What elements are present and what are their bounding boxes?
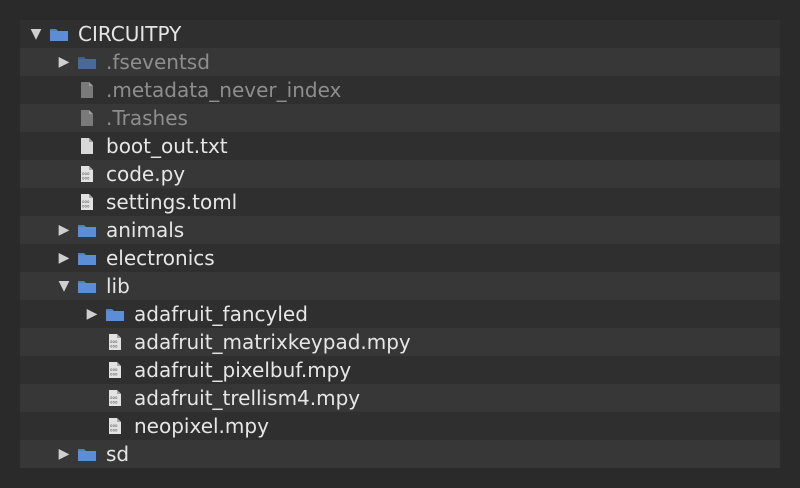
disclosure-collapsed-icon[interactable]: ▶: [54, 440, 74, 468]
tree-item-label: .metadata_never_index: [106, 78, 342, 102]
svg-text:ooo: ooo: [110, 372, 118, 377]
tree-item-label: adafruit_pixelbuf.mpy: [134, 358, 352, 382]
tree-item-label: adafruit_matrixkeypad.mpy: [134, 330, 411, 354]
folder-icon: [76, 216, 98, 244]
tree-row-electronics[interactable]: ▶ electronics: [20, 244, 780, 272]
file-icon: [76, 132, 98, 160]
tree-row-code-py[interactable]: ooo ooo code.py: [20, 160, 780, 188]
file-tree: ▼ CIRCUITPY ▶ .fseventsd .metadata_never_ind…: [20, 20, 780, 468]
tree-item-label: .Trashes: [106, 106, 188, 130]
tree-row-lib[interactable]: ▼ lib: [20, 272, 780, 300]
tree-item-label: boot_out.txt: [106, 134, 228, 158]
tree-item-label: CIRCUITPY: [78, 22, 182, 46]
disclosure-collapsed-icon[interactable]: ▶: [54, 244, 74, 272]
tree-item-label: .fseventsd: [106, 50, 210, 74]
tree-row-adafruit-fancyled[interactable]: ▶ adafruit_fancyled: [20, 300, 780, 328]
folder-icon: [76, 244, 98, 272]
file-tree-panel: ▼ CIRCUITPY ▶ .fseventsd .metadata_never_ind…: [20, 20, 780, 468]
folder-icon: [48, 20, 70, 48]
tree-item-label: lib: [106, 274, 130, 298]
disclosure-expanded-icon[interactable]: ▼: [54, 272, 74, 300]
file-icon: [76, 104, 98, 132]
tree-row-adafruit-pixelbuf-mpy[interactable]: ooo ooo adafruit_pixelbuf.mpy: [20, 356, 780, 384]
tree-row-boot-out-txt[interactable]: boot_out.txt: [20, 132, 780, 160]
code-file-icon: ooo ooo: [104, 384, 126, 412]
tree-item-label: electronics: [106, 246, 215, 270]
svg-text:ooo: ooo: [110, 344, 118, 349]
svg-text:ooo: ooo: [110, 428, 118, 433]
code-file-icon: ooo ooo: [104, 412, 126, 440]
tree-row-sd[interactable]: ▶ sd: [20, 440, 780, 468]
tree-row-circuitpy[interactable]: ▼ CIRCUITPY: [20, 20, 780, 48]
folder-icon: [104, 300, 126, 328]
tree-row-trashes[interactable]: .Trashes: [20, 104, 780, 132]
code-file-icon: ooo ooo: [104, 356, 126, 384]
folder-icon: [76, 440, 98, 468]
tree-row-settings-toml[interactable]: ooo ooo settings.toml: [20, 188, 780, 216]
tree-row-animals[interactable]: ▶ animals: [20, 216, 780, 244]
disclosure-collapsed-icon[interactable]: ▶: [82, 300, 102, 328]
disclosure-collapsed-icon[interactable]: ▶: [54, 216, 74, 244]
folder-icon: [76, 48, 98, 76]
tree-row-metadata-never-index[interactable]: .metadata_never_index: [20, 76, 780, 104]
tree-item-label: code.py: [106, 162, 186, 186]
code-file-icon: ooo ooo: [76, 160, 98, 188]
disclosure-expanded-icon[interactable]: ▼: [26, 20, 46, 48]
tree-item-label: sd: [106, 442, 130, 466]
code-file-icon: ooo ooo: [76, 188, 98, 216]
tree-row-adafruit-matrixkeypad-mpy[interactable]: ooo ooo adafruit_matrixkeypad.mpy: [20, 328, 780, 356]
tree-row-neopixel-mpy[interactable]: ooo ooo neopixel.mpy: [20, 412, 780, 440]
file-icon: [76, 76, 98, 104]
svg-text:ooo: ooo: [82, 204, 90, 209]
tree-item-label: animals: [106, 218, 185, 242]
svg-text:ooo: ooo: [110, 400, 118, 405]
tree-row-fseventsd[interactable]: ▶ .fseventsd: [20, 48, 780, 76]
tree-item-label: settings.toml: [106, 190, 238, 214]
svg-text:ooo: ooo: [82, 176, 90, 181]
code-file-icon: ooo ooo: [104, 328, 126, 356]
tree-row-adafruit-trellism4-mpy[interactable]: ooo ooo adafruit_trellism4.mpy: [20, 384, 780, 412]
tree-item-label: adafruit_fancyled: [134, 302, 308, 326]
disclosure-collapsed-icon[interactable]: ▶: [54, 48, 74, 76]
tree-item-label: adafruit_trellism4.mpy: [134, 386, 361, 410]
folder-icon: [76, 272, 98, 300]
tree-item-label: neopixel.mpy: [134, 414, 269, 438]
